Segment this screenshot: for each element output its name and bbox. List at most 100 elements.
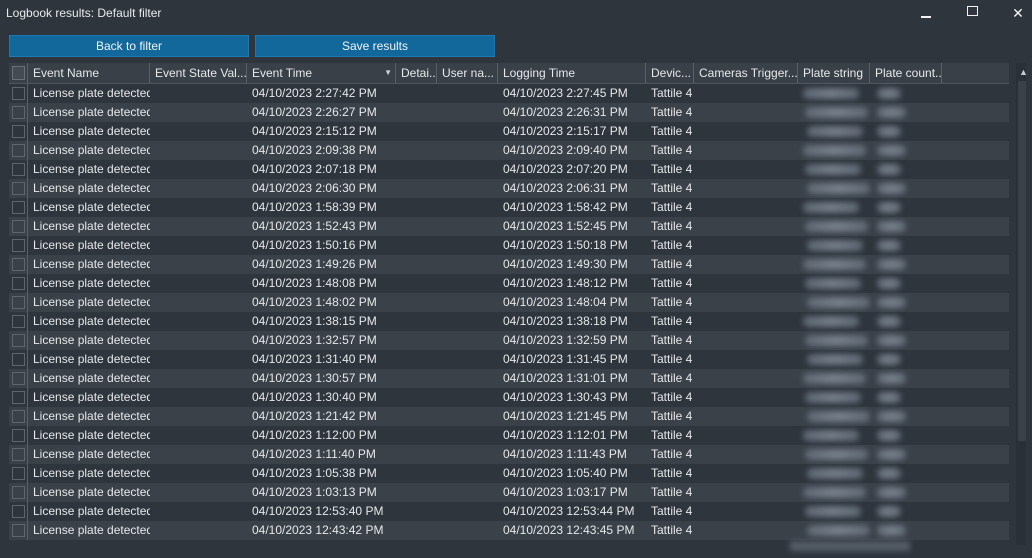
row-selector[interactable] [9, 274, 28, 293]
table-row[interactable]: License plate detected 04/10/2023 2:15:12… [9, 122, 1009, 141]
cell-event-state [150, 160, 247, 179]
row-selector[interactable] [9, 179, 28, 198]
row-checkbox[interactable] [12, 353, 25, 366]
column-header-event-time[interactable]: Event Time ▼ [247, 63, 396, 83]
save-results-button[interactable]: Save results [255, 35, 495, 57]
cell-event-time: 04/10/2023 1:11:40 PM [252, 447, 376, 461]
row-checkbox[interactable] [12, 486, 25, 499]
column-header-event-state-value[interactable]: Event State Val... [150, 63, 247, 83]
table-row[interactable]: License plate detected 04/10/2023 1:32:57… [9, 331, 1009, 350]
back-to-filter-button[interactable]: Back to filter [9, 35, 249, 57]
select-all-checkbox[interactable] [12, 66, 25, 80]
row-selector[interactable] [9, 445, 28, 464]
row-checkbox[interactable] [12, 125, 25, 138]
column-header-logging-time[interactable]: Logging Time [498, 63, 646, 83]
column-header-details[interactable]: Detai... [396, 63, 437, 83]
redacted-plate-country [877, 411, 906, 422]
row-selector[interactable] [9, 255, 28, 274]
row-checkbox[interactable] [12, 258, 25, 271]
row-checkbox[interactable] [12, 182, 25, 195]
row-selector[interactable] [9, 198, 28, 217]
row-checkbox[interactable] [12, 524, 25, 537]
table-row[interactable]: License plate detected 04/10/2023 1:11:40… [9, 445, 1009, 464]
table-row[interactable]: License plate detected 04/10/2023 1:58:39… [9, 198, 1009, 217]
table-row[interactable]: License plate detected 04/10/2023 12:43:4… [9, 521, 1009, 540]
row-selector[interactable] [9, 521, 28, 540]
table-row[interactable]: License plate detected 04/10/2023 1:49:26… [9, 255, 1009, 274]
table-row[interactable]: License plate detected 04/10/2023 12:53:4… [9, 502, 1009, 521]
results-grid[interactable]: Event Name Event State Val... Event Time… [9, 63, 1026, 545]
table-row[interactable]: License plate detected 04/10/2023 1:30:40… [9, 388, 1009, 407]
row-selector[interactable] [9, 350, 28, 369]
row-checkbox[interactable] [12, 106, 25, 119]
row-selector[interactable] [9, 502, 28, 521]
table-row[interactable]: License plate detected 04/10/2023 2:27:42… [9, 84, 1009, 103]
row-selector[interactable] [9, 331, 28, 350]
row-checkbox[interactable] [12, 315, 25, 328]
row-checkbox[interactable] [12, 239, 25, 252]
row-checkbox[interactable] [12, 391, 25, 404]
row-checkbox[interactable] [12, 429, 25, 442]
table-row[interactable]: License plate detected 04/10/2023 2:06:30… [9, 179, 1009, 198]
row-selector[interactable] [9, 407, 28, 426]
minimize-button[interactable] [903, 0, 949, 27]
row-selector[interactable] [9, 293, 28, 312]
row-checkbox[interactable] [12, 296, 25, 309]
row-selector[interactable] [9, 483, 28, 502]
cell-cameras [694, 350, 798, 369]
column-header-user-name[interactable]: User na... [437, 63, 498, 83]
column-header-cameras-triggered[interactable]: Cameras Trigger... [694, 63, 798, 83]
row-checkbox[interactable] [12, 448, 25, 461]
row-checkbox[interactable] [12, 220, 25, 233]
table-row[interactable]: License plate detected 04/10/2023 2:26:27… [9, 103, 1009, 122]
column-header-event-name[interactable]: Event Name [28, 63, 150, 83]
row-selector[interactable] [9, 464, 28, 483]
row-selector[interactable] [9, 122, 28, 141]
scroll-up-icon[interactable]: ▲ [1016, 65, 1026, 79]
row-checkbox[interactable] [12, 334, 25, 347]
table-row[interactable]: License plate detected 04/10/2023 1:52:43… [9, 217, 1009, 236]
table-row[interactable]: License plate detected 04/10/2023 2:07:18… [9, 160, 1009, 179]
cell-cameras [694, 426, 798, 445]
row-checkbox[interactable] [12, 467, 25, 480]
row-selector[interactable] [9, 388, 28, 407]
row-selector[interactable] [9, 103, 28, 122]
row-checkbox[interactable] [12, 144, 25, 157]
cell-event-name: License plate detected [33, 466, 150, 480]
table-row[interactable]: License plate detected 04/10/2023 1:48:02… [9, 293, 1009, 312]
table-row[interactable]: License plate detected 04/10/2023 1:03:13… [9, 483, 1009, 502]
column-header-device[interactable]: Devic... [646, 63, 694, 83]
row-selector[interactable] [9, 426, 28, 445]
table-row[interactable]: License plate detected 04/10/2023 1:48:08… [9, 274, 1009, 293]
row-selector[interactable] [9, 312, 28, 331]
row-checkbox[interactable] [12, 87, 25, 100]
column-header-plate-country[interactable]: Plate count... [870, 63, 942, 83]
table-row[interactable]: License plate detected 04/10/2023 1:31:40… [9, 350, 1009, 369]
table-row[interactable]: License plate detected 04/10/2023 1:30:57… [9, 369, 1009, 388]
row-checkbox[interactable] [12, 163, 25, 176]
row-checkbox[interactable] [12, 277, 25, 290]
cell-logging-time: 04/10/2023 2:26:31 PM [503, 105, 628, 119]
row-selector[interactable] [9, 217, 28, 236]
table-row[interactable]: License plate detected 04/10/2023 1:50:16… [9, 236, 1009, 255]
row-checkbox[interactable] [12, 410, 25, 423]
table-row[interactable]: License plate detected 04/10/2023 1:12:00… [9, 426, 1009, 445]
close-button[interactable]: ✕ [995, 0, 1032, 27]
table-row[interactable]: License plate detected 04/10/2023 1:21:42… [9, 407, 1009, 426]
select-all-cell[interactable] [9, 63, 28, 83]
table-row[interactable]: License plate detected 04/10/2023 1:38:15… [9, 312, 1009, 331]
table-row[interactable]: License plate detected 04/10/2023 1:05:38… [9, 464, 1009, 483]
row-checkbox[interactable] [12, 201, 25, 214]
row-checkbox[interactable] [12, 505, 25, 518]
maximize-button[interactable] [949, 0, 995, 27]
row-selector[interactable] [9, 160, 28, 179]
column-header-plate-string[interactable]: Plate string [798, 63, 870, 83]
vertical-scrollbar[interactable]: ▲ [1016, 63, 1026, 545]
row-selector[interactable] [9, 141, 28, 160]
row-selector[interactable] [9, 369, 28, 388]
row-checkbox[interactable] [12, 372, 25, 385]
scroll-thumb[interactable] [1018, 81, 1026, 441]
row-selector[interactable] [9, 236, 28, 255]
row-selector[interactable] [9, 84, 28, 103]
table-row[interactable]: License plate detected 04/10/2023 2:09:38… [9, 141, 1009, 160]
